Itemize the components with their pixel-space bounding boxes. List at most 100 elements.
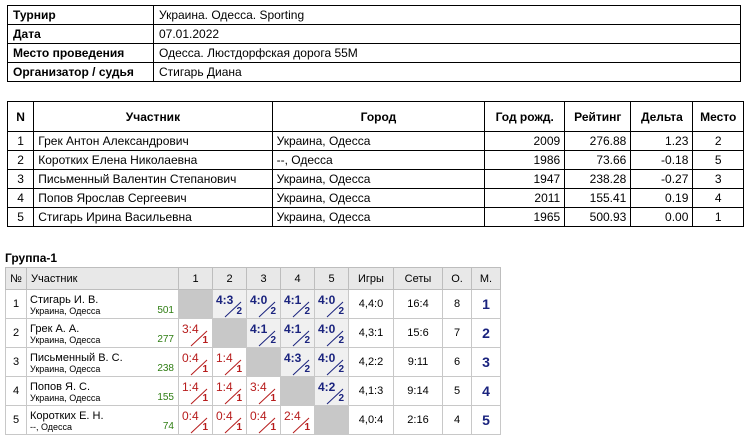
group-player-city: Украина, Одесса (30, 334, 101, 345)
participant-name: Грек Антон Александрович (33, 131, 273, 151)
match-points: 2 (304, 364, 310, 375)
group-row: 1 Стигарь И. В. Украина, Одесса 501 4:3 2 4:0 2… (5, 289, 501, 319)
group-games: 4,3:1 (348, 318, 394, 348)
info-row: Дата 07.01.2022 (7, 24, 741, 44)
participant-row: 4 Попов Ярослав Сергеевич Украина, Одесса 2… (6, 188, 744, 208)
participants-table: N Участник Город Год рожд. Рейтинг Дельта Мест… (6, 101, 744, 227)
match-score: 1:4 (216, 351, 233, 365)
match-score: 0:4 (216, 409, 233, 423)
group-row-num: 2 (5, 318, 27, 348)
group-player-name: Стигарь И. В. (30, 293, 99, 306)
group-player-city: --, Одесса (30, 421, 73, 432)
match-score: 4:3 (284, 351, 302, 365)
participant-name: Коротких Елена Николаевна (33, 150, 273, 170)
group-sets: 15:6 (393, 318, 443, 348)
match-score: 4:0 (318, 293, 336, 307)
participant-city: Украина, Одесса (271, 188, 486, 208)
group-match-cell: 3:4 1 (246, 376, 281, 406)
group-table: № Участник 1 2 3 4 5 Игры Сеты О. М. 1 Ст… (5, 267, 501, 435)
group-row-num: 5 (5, 405, 27, 435)
group-place: 5 (471, 405, 501, 435)
participant-year: 1986 (484, 150, 566, 170)
group-sets: 9:14 (393, 376, 443, 406)
match-score: 4:0 (318, 351, 336, 365)
info-row: Турнир Украина. Одесса. Sporting (7, 5, 741, 25)
group-diagonal-cell (314, 405, 349, 435)
info-label: Место проведения (7, 43, 154, 63)
tournament-info-table: Турнир Украина. Одесса. Sporting Дата 07.01… (7, 5, 741, 82)
match-points: 1 (202, 364, 208, 375)
group-diagonal-cell (178, 289, 213, 319)
group-games: 4,4:0 (348, 289, 394, 319)
group-sets: 2:16 (393, 405, 443, 435)
group-match-cell: 2:4 1 (280, 405, 315, 435)
group-header-games: Игры (348, 267, 394, 290)
participant-city: Украина, Одесса (271, 169, 486, 189)
group-games: 4,2:2 (348, 347, 394, 377)
info-label: Турнир (7, 5, 154, 25)
participant-n: 2 (6, 150, 35, 170)
participant-name: Письменный Валентин Степанович (33, 169, 273, 189)
match-score: 4:1 (250, 322, 268, 336)
group-diagonal-cell (246, 347, 281, 377)
match-points: 1 (202, 422, 208, 433)
match-score: 4:1 (284, 322, 302, 336)
participant-delta: 0.00 (630, 207, 694, 227)
participant-row: 3 Письменный Валентин Степанович Украина, … (6, 169, 744, 189)
participant-row: 1 Грек Антон Александрович Украина, Одесса… (6, 131, 744, 151)
group-match-cell: 4:0 2 (314, 318, 349, 348)
participant-place: 2 (692, 131, 744, 151)
group-header-num: № (5, 267, 27, 290)
group-match-cell: 1:4 1 (178, 376, 213, 406)
match-points: 2 (304, 335, 310, 346)
participant-row: 2 Коротких Елена Николаевна --, Одесса 1986… (6, 150, 744, 170)
participants-header: Дельта (630, 101, 694, 132)
match-score: 0:4 (182, 409, 199, 423)
group-player-rating: 74 (162, 421, 174, 432)
group-row-num: 3 (5, 347, 27, 377)
participant-n: 3 (6, 169, 35, 189)
group-points: 7 (442, 318, 472, 348)
group-match-cell: 0:4 1 (178, 405, 213, 435)
participant-n: 4 (6, 188, 35, 208)
participants-header: N (6, 101, 35, 132)
group-header-col-2: 2 (212, 267, 247, 290)
participants-header: Участник (33, 101, 273, 132)
group-place: 2 (471, 318, 501, 348)
group-match-cell: 3:4 1 (178, 318, 213, 348)
participants-header: Год рожд. (484, 101, 566, 132)
participant-rating: 500.93 (564, 207, 632, 227)
group-player-cell: Письменный В. С. Украина, Одесса 238 (26, 347, 179, 377)
group-header-col-3: 3 (246, 267, 281, 290)
participant-place: 3 (692, 169, 744, 189)
match-points: 1 (304, 422, 310, 433)
group-match-cell: 4:0 2 (314, 289, 349, 319)
match-points: 2 (236, 306, 242, 317)
participant-name: Попов Ярослав Сергеевич (33, 188, 273, 208)
group-match-cell: 4:0 2 (246, 289, 281, 319)
group-player-rating: 155 (157, 392, 174, 403)
group-player-rating: 501 (157, 305, 174, 316)
group-player-name: Грек А. А. (30, 322, 80, 335)
match-points: 1 (236, 364, 242, 375)
participant-city: Украина, Одесса (271, 131, 486, 151)
participant-city: Украина, Одесса (271, 207, 486, 227)
group-header-points: О. (442, 267, 472, 290)
match-score: 4:0 (318, 322, 336, 336)
info-label: Дата (7, 24, 154, 44)
participant-city: --, Одесса (271, 150, 486, 170)
match-points: 2 (338, 393, 344, 404)
participant-year: 2009 (484, 131, 566, 151)
match-score: 2:4 (284, 409, 301, 423)
match-points: 1 (236, 422, 242, 433)
group-header-col-1: 1 (178, 267, 213, 290)
match-points: 2 (338, 335, 344, 346)
participant-delta: -0.18 (630, 150, 694, 170)
group-player-name: Письменный В. С. (30, 351, 123, 364)
match-score: 4:3 (216, 293, 234, 307)
participant-n: 5 (6, 207, 35, 227)
participant-n: 1 (6, 131, 35, 151)
group-row: 5 Коротких Е. Н. --, Одесса 74 0:4 1 0:4 1 0:4 1 2… (5, 405, 501, 435)
group-player-cell: Попов Я. С. Украина, Одесса 155 (26, 376, 179, 406)
participants-header: Рейтинг (564, 101, 632, 132)
